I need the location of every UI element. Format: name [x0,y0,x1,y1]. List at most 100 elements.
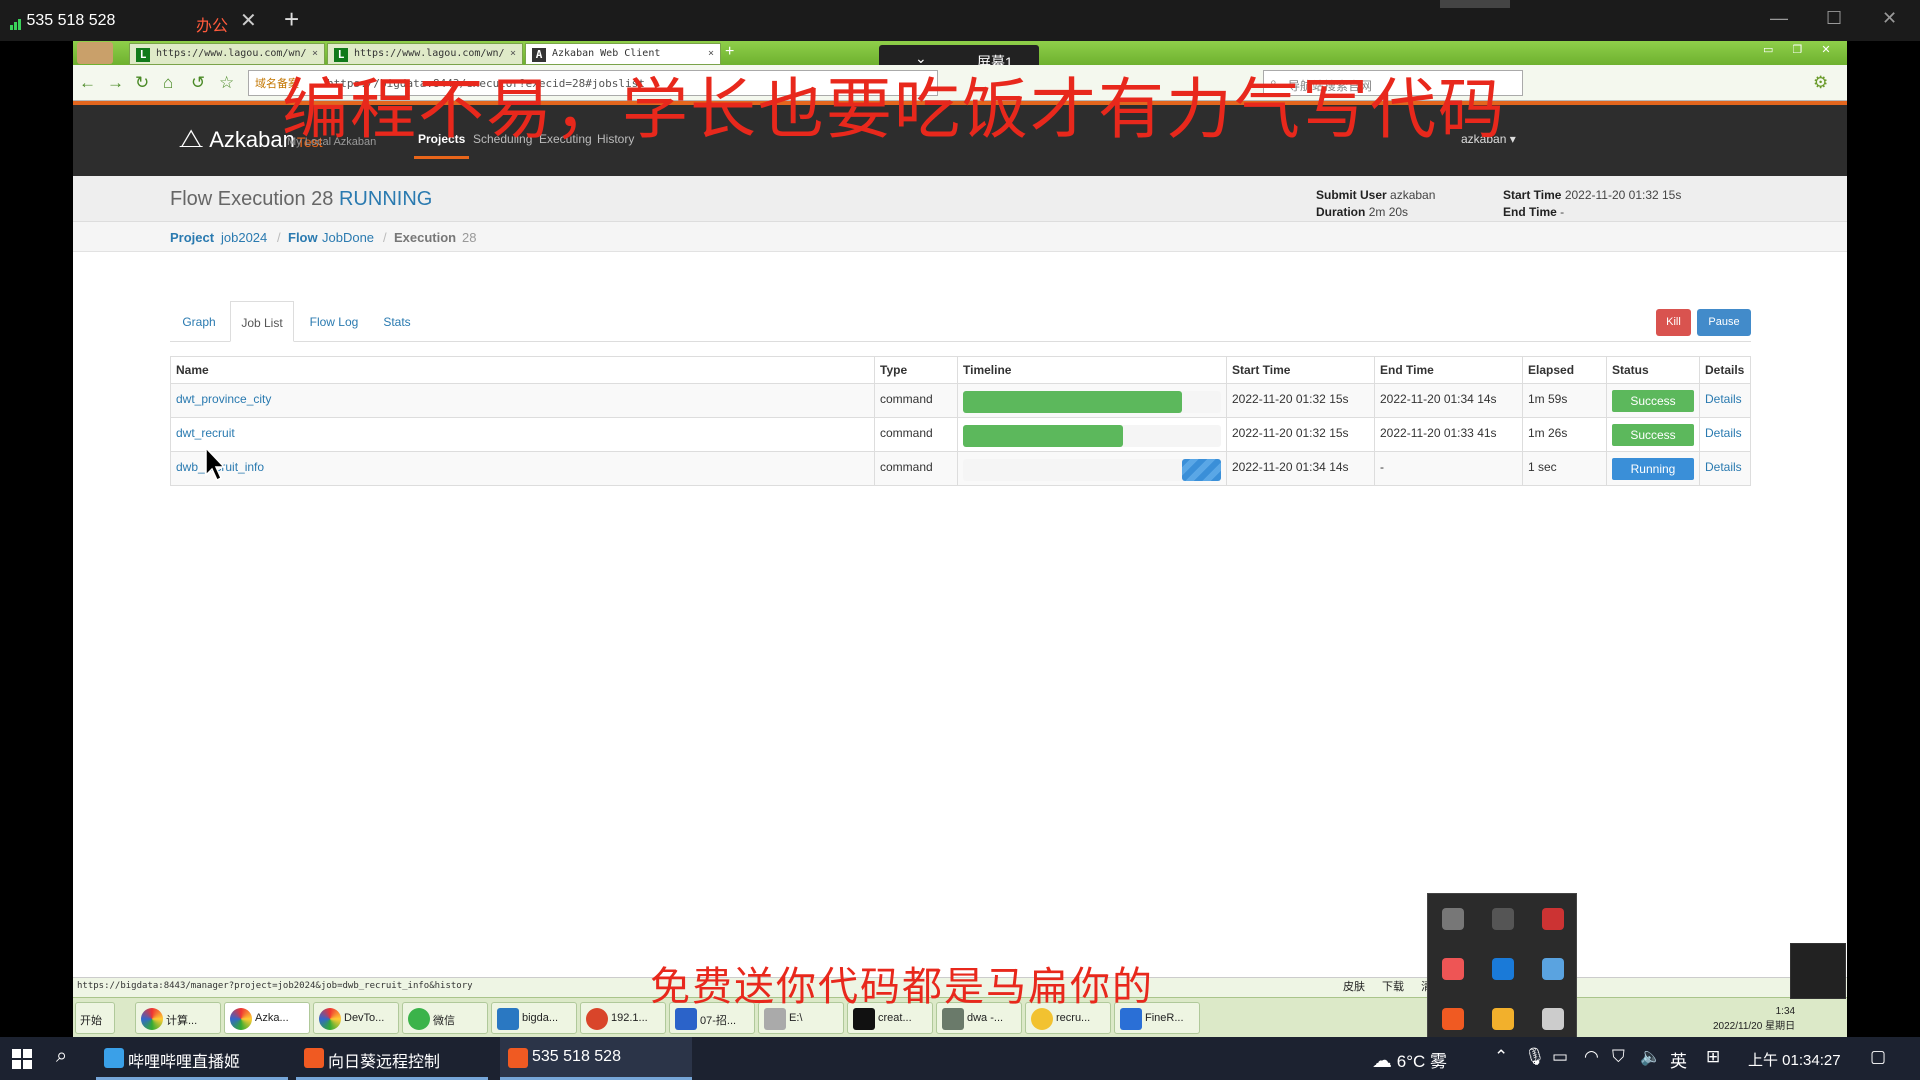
microphone-icon[interactable]: 🎙 [1524,1047,1546,1067]
taskbar-item[interactable]: 微信 [402,1002,488,1034]
taskbar-item-label: 192.1... [611,1012,648,1024]
bottom-caption: 免费送你代码都是马扁你的 [650,964,1154,1010]
flower-icon[interactable] [1442,958,1464,980]
security-icon[interactable] [1492,1008,1514,1030]
taskbar-item[interactable]: DevTo... [313,1002,399,1034]
pause-button[interactable]: Pause [1697,309,1751,336]
breadcrumb-project[interactable]: job2024 [221,230,267,245]
notification-icon[interactable]: ▢ [1870,1047,1886,1067]
search-icon[interactable]: ⌕ [56,1045,67,1068]
windows-start-icon[interactable] [12,1049,32,1069]
taskbar-item[interactable]: bigda... [491,1002,577,1034]
network-icon[interactable] [1542,958,1564,980]
tab-flow-log[interactable]: Flow Log [300,301,368,342]
job-end-time: 2022-11-20 01:34 14s [1374,383,1523,418]
taskbar-item-active[interactable]: Azka... [224,1002,310,1034]
job-name-link[interactable]: dwt_province_city [176,392,271,406]
bilibili-icon [104,1048,124,1068]
remote-control-icon[interactable] [1790,943,1846,999]
column-header-type[interactable]: Type [874,356,958,384]
sunflower-icon[interactable] [1442,1008,1464,1030]
avatar[interactable] [77,42,113,64]
onedrive-icon[interactable] [1442,908,1464,930]
column-header-name[interactable]: Name [170,356,875,384]
taskbar-item-label: bigda... [522,1012,559,1024]
breadcrumb-separator: / [277,230,281,245]
ime-grid-icon[interactable]: ⊞ [1706,1047,1720,1067]
column-header-status[interactable]: Status [1606,356,1700,384]
maximize-icon[interactable]: ☐ [1826,8,1842,29]
forward-icon[interactable]: → [107,73,124,93]
column-header-end-time[interactable]: End Time [1374,356,1523,384]
bookmark-icon[interactable]: ☆ [219,73,234,93]
system-clock[interactable]: 上午 01:34:27 [1748,1049,1841,1070]
minimize-icon[interactable]: — [1770,8,1788,29]
details-link[interactable]: Details [1705,460,1742,474]
duration-label: Duration [1316,205,1366,219]
tab-stats[interactable]: Stats [374,301,420,342]
table-row: dwb_recruit_info command 2022-11-20 01:3… [170,451,1751,486]
weather-widget[interactable]: ☁ 6°C 雾 [1372,1047,1447,1073]
chrome-icon [230,1008,252,1030]
submit-user: Submit User azkaban [1316,188,1435,202]
column-header-elapsed[interactable]: Elapsed [1522,356,1607,384]
battery-icon[interactable]: ▭ [1552,1047,1568,1067]
volume-icon[interactable]: 🔈 [1640,1047,1661,1067]
ime-indicator[interactable]: 英 [1670,1047,1687,1072]
add-tab-icon[interactable]: + [284,4,299,35]
chevron-up-icon[interactable]: ⌃ [1494,1047,1508,1067]
satellite-icon[interactable] [1492,908,1514,930]
start-button[interactable]: 开始 [75,1002,115,1034]
column-header-timeline[interactable]: Timeline [957,356,1227,384]
details-link[interactable]: Details [1705,426,1742,440]
window-close-icon[interactable]: ✕ [1882,8,1897,29]
submit-user-value: azkaban [1390,188,1436,202]
back-icon[interactable]: ← [79,73,96,93]
duration-value: 2m 20s [1368,205,1409,219]
remote-session-id: 535 518 528 [26,12,116,29]
end-time-label: End Time [1503,205,1557,219]
kill-button[interactable]: Kill [1656,309,1691,336]
job-start-time: 2022-11-20 01:32 15s [1226,417,1375,452]
shield-icon[interactable] [1542,908,1564,930]
browser-window-controls[interactable]: ▭ ❐ ✕ [1763,43,1839,56]
taskbar-item-label: recru... [1056,1012,1091,1024]
tab-graph[interactable]: Graph [170,301,228,342]
drag-handle[interactable] [1440,0,1510,8]
taskbar-item-label: DevTo... [344,1012,385,1024]
close-icon[interactable]: ✕ [240,8,257,33]
timeline-track [963,425,1221,447]
taskbar-app-label: 哔哩哔哩直播姬 [128,1054,241,1071]
remote-clock: 1:34 2022/11/20 星期日 [1713,1006,1795,1032]
wifi-icon[interactable]: ◠ [1584,1047,1599,1067]
device-icon[interactable] [1542,1008,1564,1030]
taskbar-item[interactable]: 计算... [135,1002,221,1034]
defender-icon[interactable]: ⛉ [1612,1047,1625,1067]
details-link[interactable]: Details [1705,392,1742,406]
taskbar-app-sunlogin[interactable]: 向日葵远程控制 [296,1037,488,1080]
bluetooth-icon[interactable] [1492,958,1514,980]
undo-icon[interactable]: ↺ [191,73,205,93]
column-header-details[interactable]: Details [1699,356,1751,384]
job-name-link[interactable]: dwt_recruit [176,426,235,440]
tab-job-list[interactable]: Job List [230,301,294,342]
taskbar-item-label: 07-招... [700,1015,737,1027]
remote-session[interactable]: 535 518 528 [10,12,115,30]
status-url: https://bigdata:8443/manager?project=job… [77,981,473,991]
job-timeline [957,383,1227,418]
remote-tab-office[interactable]: 办公 [196,12,228,36]
reload-icon[interactable]: ↻ [135,73,149,93]
taskbar-app-bilibili[interactable]: 哔哩哔哩直播姬 [96,1037,288,1080]
breadcrumb-flow[interactable]: JobDone [322,230,374,245]
job-end-time: - [1374,451,1523,486]
taskbar-app-session[interactable]: 535 518 528 [500,1037,692,1080]
timeline-track [963,391,1221,413]
gear-icon[interactable]: ⚙ [1813,73,1828,93]
end-time-value: - [1560,205,1565,219]
home-icon[interactable]: ⌂ [163,73,173,93]
timeline-bar [963,391,1183,413]
column-header-start-time[interactable]: Start Time [1226,356,1375,384]
job-type: command [874,451,958,486]
top-caption: 编程不易，学长也要吃饭才有力气写代码 [282,71,1506,148]
submit-user-label: Submit User [1316,188,1387,202]
